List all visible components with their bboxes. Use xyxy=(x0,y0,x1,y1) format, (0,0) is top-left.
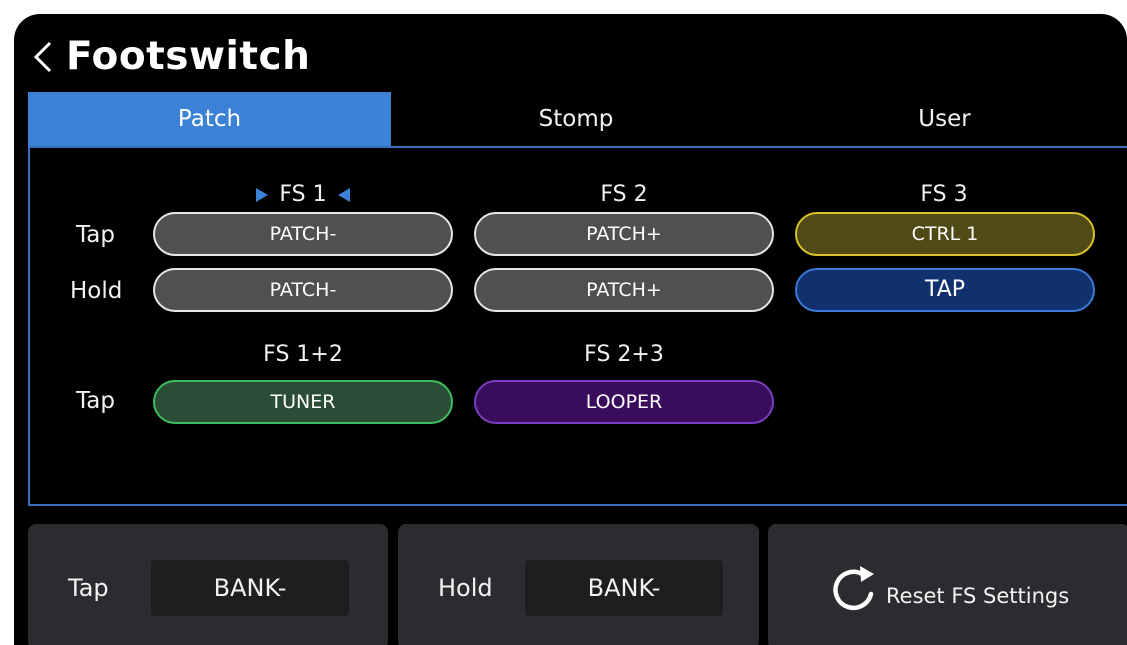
chevron-left-icon[interactable] xyxy=(32,40,54,74)
tab-stomp[interactable]: Stomp xyxy=(391,92,761,146)
fs1-tap-button[interactable]: PATCH- xyxy=(153,212,453,256)
fs23-tap-button[interactable]: LOOPER xyxy=(474,380,774,424)
tab-bar: Patch Stomp User xyxy=(28,92,1127,146)
fs12-tap-button[interactable]: TUNER xyxy=(153,380,453,424)
fs3-header[interactable]: FS 3 xyxy=(794,182,1094,207)
bank-tap-value[interactable]: BANK- xyxy=(151,560,349,616)
bank-tap-label: Tap xyxy=(68,574,109,602)
reset-icon xyxy=(833,566,874,611)
bank-hold-card: Hold BANK- xyxy=(398,524,759,645)
selected-left-arrow-icon xyxy=(256,188,269,202)
fs23-header[interactable]: FS 2+3 xyxy=(474,342,774,367)
fs2-hold-button[interactable]: PATCH+ xyxy=(474,268,774,312)
combo-tap-row-label: Tap xyxy=(76,388,115,414)
fs3-tap-button[interactable]: CTRL 1 xyxy=(795,212,1095,256)
hold-row-label: Hold xyxy=(70,278,123,304)
bank-tap-card: Tap BANK- xyxy=(28,524,388,645)
fs1-label: FS 1 xyxy=(279,182,327,207)
bank-hold-label: Hold xyxy=(438,574,493,602)
tab-patch[interactable]: Patch xyxy=(28,92,391,146)
footswitch-screen: Footswitch Patch Stomp User FS 1 FS 2 FS… xyxy=(14,14,1127,645)
fs2-tap-button[interactable]: PATCH+ xyxy=(474,212,774,256)
page-title: Footswitch xyxy=(66,34,311,79)
fs2-header[interactable]: FS 2 xyxy=(474,182,774,207)
header: Footswitch xyxy=(14,14,1127,92)
fs1-hold-button[interactable]: PATCH- xyxy=(153,268,453,312)
fs1-header[interactable]: FS 1 xyxy=(153,182,453,207)
tap-row-label: Tap xyxy=(76,222,115,248)
reset-fs-settings-button[interactable]: Reset FS Settings xyxy=(768,524,1127,645)
bank-hold-value[interactable]: BANK- xyxy=(525,560,723,616)
tab-user[interactable]: User xyxy=(761,92,1127,146)
fs12-header[interactable]: FS 1+2 xyxy=(153,342,453,367)
selected-right-arrow-icon xyxy=(337,188,350,202)
fs3-hold-button[interactable]: TAP xyxy=(795,268,1095,312)
reset-fs-settings-label: Reset FS Settings xyxy=(886,584,1070,608)
